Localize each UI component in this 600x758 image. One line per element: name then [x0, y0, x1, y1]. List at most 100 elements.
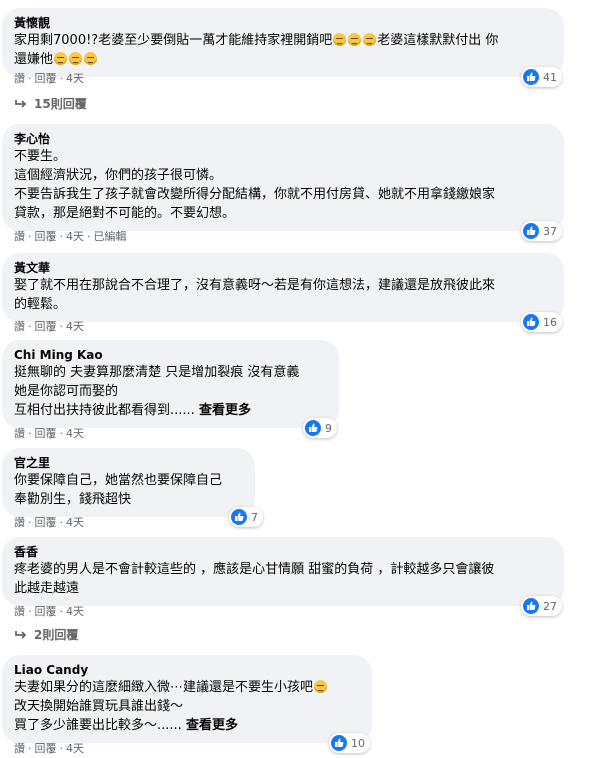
comment-text: 你要保障自己，她當然也要保障自己 奉勸別生，錢飛超快 [14, 471, 243, 509]
thumbs-up-icon [523, 314, 539, 330]
comment-line: 改天換開始誰買玩具誰出錢～ [14, 699, 184, 714]
comment-author[interactable]: 黃文華 [14, 260, 552, 276]
comment-timestamp[interactable]: 4天 [66, 742, 84, 755]
like-button[interactable]: 讚 [14, 427, 25, 440]
comment-text: 家用剩7000!?老婆至少要倒貼一萬才能維持家裡開銷吧 老婆這樣默默付出 你 還嫌… [14, 31, 552, 69]
see-more-link[interactable]: 查看更多 [186, 718, 238, 733]
reply-button[interactable]: 回覆 [35, 320, 57, 333]
reply-button[interactable]: 回覆 [35, 516, 57, 529]
comment-line: 老婆這樣默默付出 你 [377, 33, 499, 48]
comment-line: 的輕鬆。 [14, 297, 67, 312]
reply-button[interactable]: 回覆 [35, 72, 57, 85]
comment-text: 夫妻如果分的這麼細緻入微⋯建議還是不要生小孩吧 改天換開始誰買玩具誰出錢～ 買了… [14, 678, 360, 735]
thumbs-up-icon [305, 420, 321, 436]
thumbs-up-icon [331, 735, 347, 751]
reaction-count[interactable]: 7 [229, 507, 263, 527]
comment-line: 你要保障自己，她當然也要保障自己 [14, 473, 223, 488]
comment-bubble: 官之里 你要保障自己，她當然也要保障自己 奉勸別生，錢飛超快 7 [2, 448, 263, 527]
see-more-link[interactable]: 查看更多 [199, 403, 251, 418]
reply-button[interactable]: 回覆 [35, 427, 57, 440]
comment-author[interactable]: 李心怡 [14, 131, 552, 147]
like-count: 7 [251, 510, 258, 524]
comment-line: 奉勸別生，錢飛超快 [14, 492, 132, 507]
comment-actions: 讚 · 回覆 · 4天 [14, 742, 84, 755]
thumbs-up-icon [523, 598, 539, 614]
comment-bubble: 香香 疼老婆的男人是不會計較這些的 ，應該是心甘情願 甜蜜的負荷 ，計較越多只會… [2, 537, 564, 616]
comment-line: 家用剩7000!?老婆至少要倒貼一萬才能維持家裡開銷吧 [14, 33, 333, 48]
comment: Liao Candy 夫妻如果分的這麼細緻入微⋯建議還是不要生小孩吧 改天換開始… [2, 655, 372, 753]
comment-text: 挺無聊的 夫妻算那麼清楚 只是增加裂痕 沒有意義 她是你認可而娶的 互相付出扶持… [14, 363, 327, 420]
comment-timestamp[interactable]: 4天 [66, 427, 84, 440]
thumbs-up-icon [523, 69, 539, 85]
pensive-face-emoji [348, 33, 362, 46]
comment-line: 疼老婆的男人是不會計較這些的 ，應該是心甘情願 甜蜜的負荷 ，計較越多只會讓彼 [14, 562, 495, 577]
comment-line: 不要告訴我生了孩子就會改變所得分配結構，你就不用付房貸、她就不用拿錢繳娘家 [14, 187, 496, 202]
thumbs-up-icon [231, 509, 247, 525]
comment: 黃文華 娶了就不用在那說合不合理了，沒有意義呀～若是有你這想法，建議還是放飛彼此… [2, 253, 564, 332]
view-replies-button[interactable]: 2則回覆 [14, 626, 78, 643]
comment-timestamp[interactable]: 4天 [66, 230, 84, 243]
reaction-count[interactable]: 27 [521, 596, 562, 616]
comment-timestamp[interactable]: 4天 [66, 320, 84, 333]
edited-label: 已編輯 [93, 230, 127, 243]
like-count: 9 [325, 421, 332, 435]
reaction-count[interactable]: 9 [303, 418, 337, 438]
comment-actions: 讚 · 回覆 · 4天 · 已編輯 [14, 230, 127, 243]
like-button[interactable]: 讚 [14, 72, 25, 85]
like-button[interactable]: 讚 [14, 230, 25, 243]
reaction-count[interactable]: 16 [521, 312, 562, 332]
comment-line: 買了多少誰要出比較多～...... [14, 718, 182, 733]
comment-line: 不要生。 [14, 149, 67, 164]
like-count: 27 [543, 599, 557, 613]
like-button[interactable]: 讚 [14, 742, 25, 755]
comment-author[interactable]: Liao Candy [14, 662, 360, 678]
comment-line: 互相付出扶持彼此都看得到...... [14, 403, 195, 418]
comment-text: 不要生。 這個經濟狀況，你們的孩子很可憐。 不要告訴我生了孩子就會改變所得分配結… [14, 147, 552, 223]
reply-arrow-icon [15, 630, 27, 639]
replies-label: 2則回覆 [34, 628, 79, 642]
comment-actions: 讚 · 回覆 · 4天 [14, 72, 84, 85]
comment-author[interactable]: Chi Ming Kao [14, 347, 327, 363]
pensive-face-emoji [333, 33, 347, 46]
reply-arrow-icon [15, 99, 27, 108]
comment-bubble: 李心怡 不要生。 這個經濟狀況，你們的孩子很可憐。 不要告訴我生了孩子就會改變所… [2, 124, 564, 241]
comment-author[interactable]: 黃懷靚 [14, 15, 552, 31]
like-button[interactable]: 讚 [14, 516, 25, 529]
comment-line: 挺無聊的 夫妻算那麼清楚 只是增加裂痕 沒有意義 [14, 365, 300, 380]
reaction-count[interactable]: 10 [329, 733, 370, 753]
like-button[interactable]: 讚 [14, 605, 25, 618]
comment-line: 貸款，那是絕對不可能的。不要幻想。 [14, 206, 236, 221]
comment-timestamp[interactable]: 4天 [66, 516, 84, 529]
comment-timestamp[interactable]: 4天 [66, 72, 84, 85]
view-replies-button[interactable]: 15則回覆 [14, 95, 87, 112]
replies-label: 15則回覆 [34, 97, 87, 111]
pensive-face-emoji [69, 52, 83, 65]
comment-line: 夫妻如果分的這麼細緻入微⋯建議還是不要生小孩吧 [14, 680, 314, 695]
like-count: 37 [543, 224, 557, 238]
comment-timestamp[interactable]: 4天 [66, 605, 84, 618]
comment-text: 疼老婆的男人是不會計較這些的 ，應該是心甘情願 甜蜜的負荷 ，計較越多只會讓彼 … [14, 560, 552, 598]
comment-bubble: 黃懷靚 家用剩7000!?老婆至少要倒貼一萬才能維持家裡開銷吧 老婆這樣默默付出 … [2, 8, 564, 87]
pensive-face-emoji [84, 52, 98, 65]
like-count: 10 [351, 736, 365, 750]
comment-line: 她是你認可而娶的 [14, 384, 119, 399]
comment-author[interactable]: 香香 [14, 544, 552, 560]
comment: 官之里 你要保障自己，她當然也要保障自己 奉勸別生，錢飛超快 7 [2, 448, 263, 527]
comment-bubble: Liao Candy 夫妻如果分的這麼細緻入微⋯建議還是不要生小孩吧 改天換開始… [2, 655, 372, 753]
reply-button[interactable]: 回覆 [35, 742, 57, 755]
reply-button[interactable]: 回覆 [35, 605, 57, 618]
reply-button[interactable]: 回覆 [35, 230, 57, 243]
comment-line: 娶了就不用在那說合不合理了，沒有意義呀～若是有你這想法，建議還是放飛彼此來 [14, 278, 496, 293]
comment-line: 還嫌他 [14, 52, 54, 67]
comment-author[interactable]: 官之里 [14, 455, 243, 471]
reaction-count[interactable]: 41 [521, 67, 562, 87]
pensive-face-emoji [363, 33, 377, 46]
like-button[interactable]: 讚 [14, 320, 25, 333]
comment: Chi Ming Kao 挺無聊的 夫妻算那麼清楚 只是增加裂痕 沒有意義 她是… [2, 340, 339, 438]
comment: 李心怡 不要生。 這個經濟狀況，你們的孩子很可憐。 不要告訴我生了孩子就會改變所… [2, 124, 564, 241]
comment-section: 黃懷靚 家用剩7000!?老婆至少要倒貼一萬才能維持家裡開銷吧 老婆這樣默默付出 … [0, 0, 600, 758]
reaction-count[interactable]: 37 [521, 221, 562, 241]
comment-line: 這個經濟狀況，你們的孩子很可憐。 [14, 168, 223, 183]
comment: 香香 疼老婆的男人是不會計較這些的 ，應該是心甘情願 甜蜜的負荷 ，計較越多只會… [2, 537, 564, 616]
like-count: 16 [543, 315, 557, 329]
